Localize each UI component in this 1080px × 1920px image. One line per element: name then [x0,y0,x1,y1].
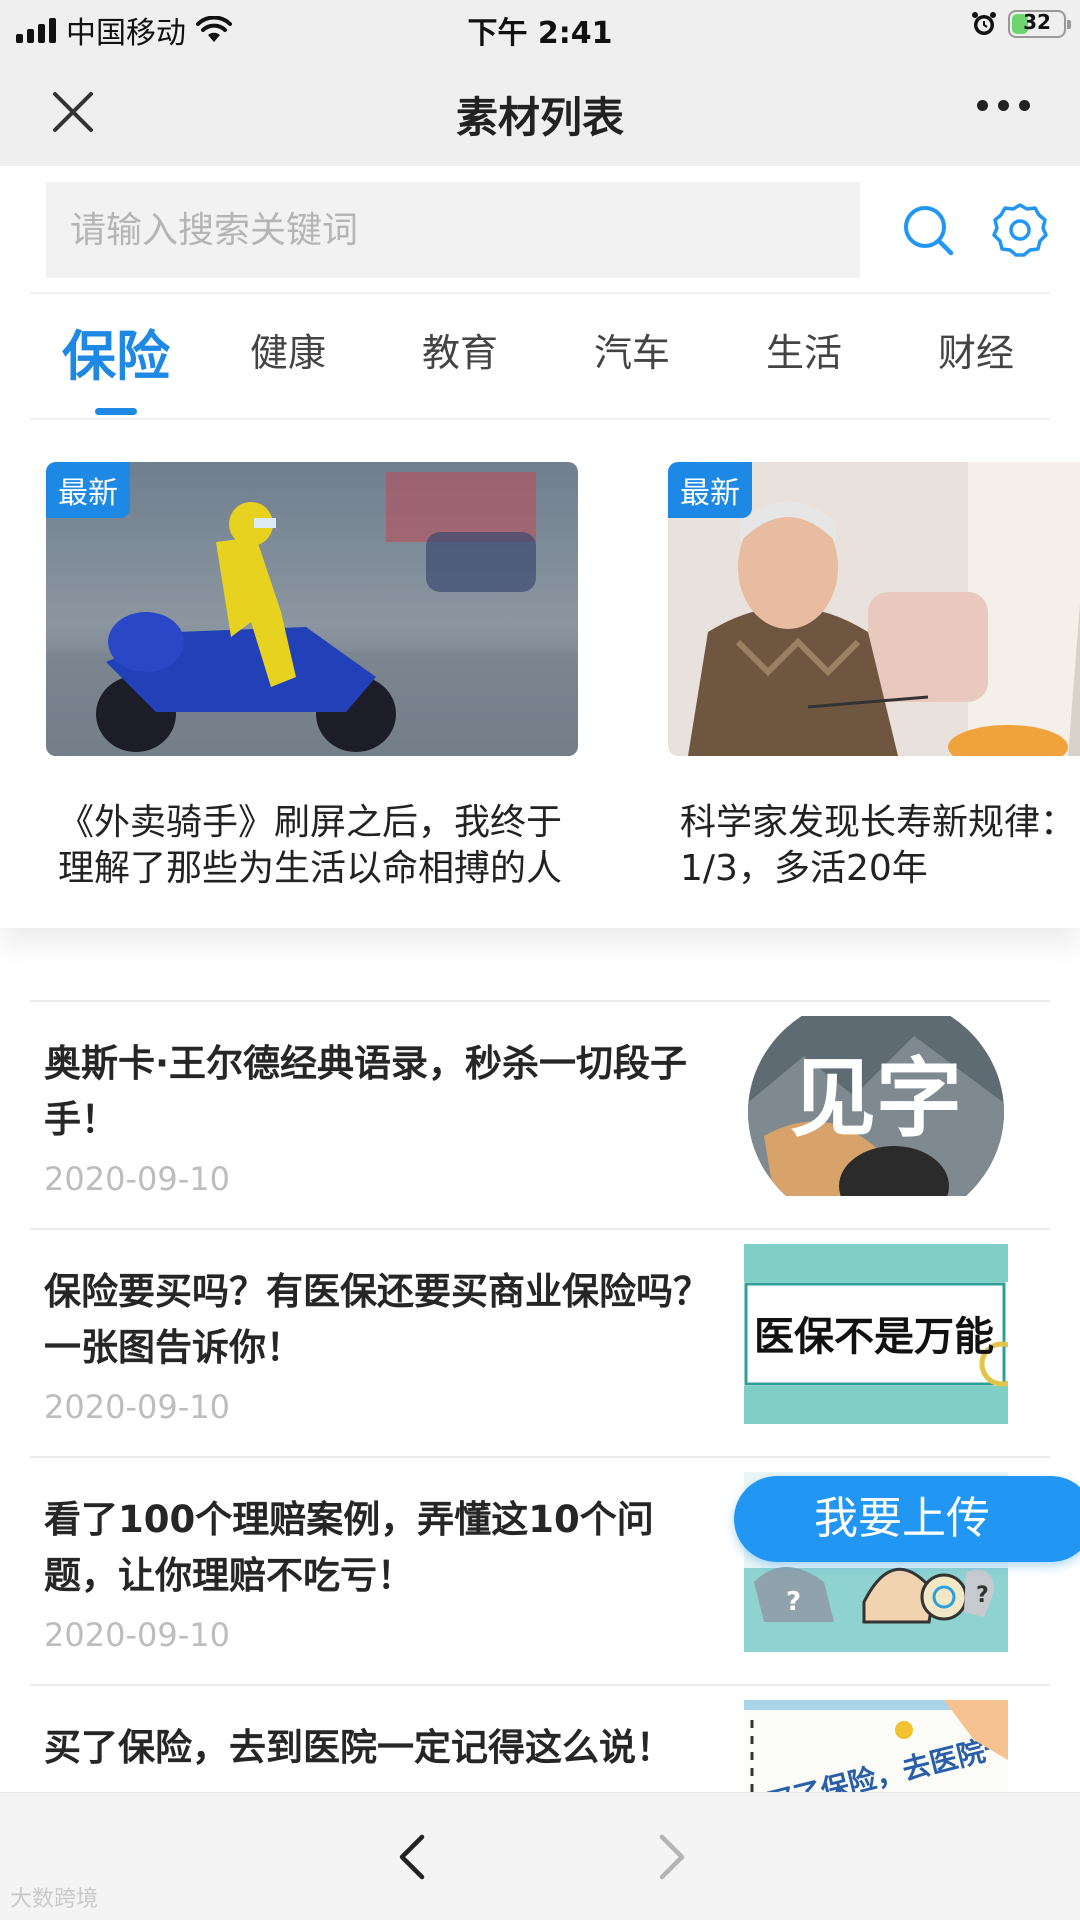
article-title: 奥斯卡·王尔德经典语录，秒杀一切段子手！ [44,1042,688,1141]
featured-carousel[interactable]: 最新 《外卖骑手》刷屏之后，我终于 理解了那些为生活以命相搏的人 最新 科学家发… [0,432,1080,928]
tab-insurance[interactable]: 保险 [30,312,202,391]
article-title: 看了100个理赔案例，弄懂这10个问题，让你理赔不吃亏！ [44,1498,654,1597]
chevron-right-icon[interactable] [652,1831,692,1883]
thumbnail-text: 见字 [790,1049,962,1149]
featured-image: 最新 [668,462,1080,756]
article-thumbnail: 见字 [744,1016,1008,1196]
category-tabs: 保险 健康 教育 汽车 生活 财经 [30,294,1050,418]
tab-finance[interactable]: 财经 [890,322,1062,377]
featured-title-line: 《外卖骑手》刷屏之后，我终于 [58,802,563,843]
nav-bar: 素材列表 [0,56,1080,166]
browser-bottom-bar: 大数跨境 [0,1792,1080,1920]
gear-icon[interactable] [990,200,1050,260]
featured-title: 科学家发现长寿新规律： 1/3，多活20年 [668,800,1080,892]
list-item[interactable]: 奥斯卡·王尔德经典语录，秒杀一切段子手！ 2020-09-10 见字 [30,1000,1050,1228]
new-badge: 最新 [46,462,130,518]
status-right: 32 [970,10,1071,38]
search-icon[interactable] [900,202,956,258]
article-date: 2020-09-10 [44,1616,230,1654]
featured-card[interactable]: 最新 科学家发现长寿新规律： 1/3，多活20年 [668,462,1080,892]
watermark: 大数跨境 [10,1887,99,1912]
list-item[interactable]: 保险要买吗？有医保还要买商业保险吗？一张图告诉你！ 2020-09-10 医保不… [30,1228,1050,1456]
article-date: 2020-09-10 [44,1388,230,1426]
search-bar [0,166,1080,292]
article-title: 买了保险，去到医院一定记得这么说！ [44,1726,673,1769]
article-thumbnail: 医保不是万能 [744,1244,1008,1424]
featured-title-line: 理解了那些为生活以命相搏的人 [58,848,563,889]
new-badge: 最新 [668,462,752,518]
battery-indicator: 32 [1008,10,1071,38]
featured-title-line: 1/3，多活20年 [680,848,928,889]
page-title: 素材列表 [455,93,624,142]
status-bar: 中国移动 下午 2:41 32 [0,0,1080,56]
divider [30,418,1050,420]
upload-button[interactable]: 我要上传 [734,1476,1080,1562]
more-icon[interactable] [977,100,1030,111]
page: 中国移动 下午 2:41 32 素材列表 请输入搜索关键词 保险 健康 教育 汽… [0,0,1080,1920]
svg-text:?: ? [786,1587,801,1617]
featured-title: 《外卖骑手》刷屏之后，我终于 理解了那些为生活以命相搏的人 [46,800,578,892]
status-time: 下午 2:41 [467,16,613,51]
tab-life[interactable]: 生活 [718,322,890,377]
featured-card[interactable]: 最新 《外卖骑手》刷屏之后，我终于 理解了那些为生活以命相搏的人 [46,462,578,892]
article-date: 2020-09-10 [44,1160,230,1198]
alarm-icon [972,12,996,35]
tab-active-indicator [95,408,137,415]
chevron-left-icon[interactable] [392,1831,432,1883]
battery-percent: 32 [1023,10,1051,34]
featured-title-line: 科学家发现长寿新规律： [680,802,1077,843]
tab-auto[interactable]: 汽车 [546,322,718,377]
tab-education[interactable]: 教育 [374,322,546,377]
featured-image: 最新 [46,462,578,756]
article-title: 保险要买吗？有医保还要买商业保险吗？一张图告诉你！ [44,1270,710,1369]
svg-text:?: ? [976,1583,989,1608]
thumbnail-text: 医保不是万能 [754,1313,994,1360]
tab-health[interactable]: 健康 [202,322,374,377]
search-input[interactable] [46,182,860,278]
